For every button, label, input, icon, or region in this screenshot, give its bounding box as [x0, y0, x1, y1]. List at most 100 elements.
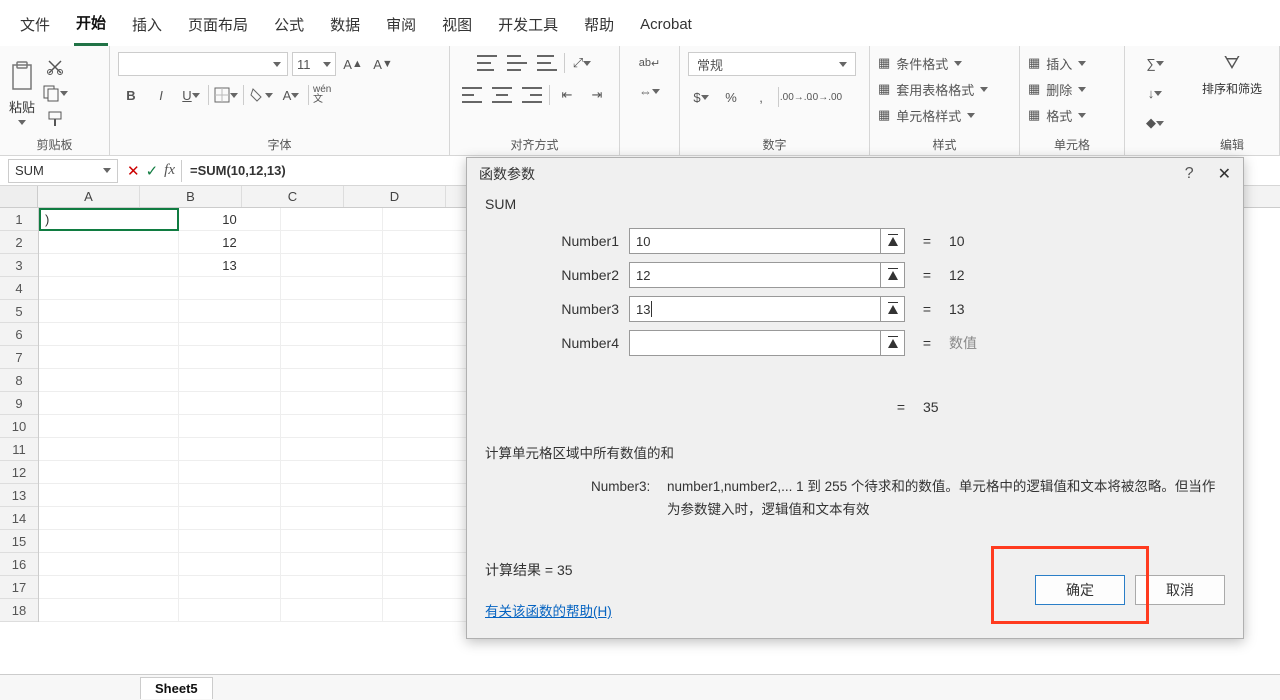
cancel-button[interactable]: 取消 — [1135, 575, 1225, 605]
range-selector-icon[interactable] — [881, 296, 905, 322]
cell[interactable]: 12 — [179, 231, 281, 254]
copy-icon[interactable] — [42, 84, 68, 102]
select-all-corner[interactable] — [0, 186, 38, 207]
increase-decimal-icon[interactable]: .00→.0 — [783, 86, 809, 108]
border-icon[interactable] — [213, 84, 239, 106]
ok-button[interactable]: 确定 — [1035, 575, 1125, 605]
cell[interactable] — [281, 530, 383, 553]
cell[interactable] — [281, 323, 383, 346]
paste-button[interactable]: 粘贴 — [8, 61, 36, 125]
cell[interactable] — [39, 231, 179, 254]
dialog-close-icon[interactable]: ✕ — [1218, 164, 1231, 184]
row-header[interactable]: 18 — [0, 599, 38, 622]
cell[interactable] — [179, 300, 281, 323]
sort-filter-icon[interactable]: ᗊ — [1219, 52, 1245, 74]
menu-pagelayout[interactable]: 页面布局 — [186, 10, 250, 45]
cell[interactable] — [281, 415, 383, 438]
row-header[interactable]: 13 — [0, 484, 38, 507]
comma-icon[interactable]: , — [748, 86, 774, 108]
function-help-link[interactable]: 有关该函数的帮助(H) — [485, 600, 612, 620]
menu-devtools[interactable]: 开发工具 — [496, 10, 560, 45]
cell[interactable]: 13 — [179, 254, 281, 277]
clear-icon[interactable]: ◆ — [1142, 112, 1168, 134]
merge-center-icon[interactable]: ⇔ — [637, 80, 663, 102]
cell[interactable] — [281, 208, 383, 231]
arg-input[interactable]: 10 — [629, 228, 881, 254]
table-format-button[interactable]: ▦套用表格格式 — [878, 78, 988, 100]
cell[interactable] — [281, 254, 383, 277]
cell[interactable]: 10 — [179, 208, 281, 231]
cell[interactable] — [179, 392, 281, 415]
col-header-a[interactable]: A — [38, 186, 140, 207]
align-middle-icon[interactable] — [504, 52, 530, 74]
align-center-icon[interactable] — [489, 84, 515, 106]
row-header[interactable]: 14 — [0, 507, 38, 530]
decrease-indent-icon[interactable]: ⇤ — [554, 84, 580, 106]
cell[interactable] — [179, 576, 281, 599]
cell[interactable] — [39, 507, 179, 530]
insert-cells-button[interactable]: ▦插入 — [1028, 52, 1086, 74]
dialog-help-icon[interactable]: ? — [1185, 165, 1194, 183]
row-header[interactable]: 11 — [0, 438, 38, 461]
cell[interactable] — [179, 599, 281, 622]
row-header[interactable]: 8 — [0, 369, 38, 392]
dialog-titlebar[interactable]: 函数参数 ? ✕ — [467, 158, 1243, 190]
accept-formula-icon[interactable]: ✓ — [146, 162, 159, 180]
menu-review[interactable]: 审阅 — [384, 10, 418, 45]
cell[interactable] — [179, 415, 281, 438]
cell[interactable] — [39, 461, 179, 484]
cell[interactable] — [281, 369, 383, 392]
col-header-c[interactable]: C — [242, 186, 344, 207]
arg-input[interactable]: 13 — [629, 296, 881, 322]
cell[interactable] — [281, 300, 383, 323]
row-header[interactable]: 1 — [0, 208, 38, 231]
menu-home[interactable]: 开始 — [74, 8, 108, 46]
cell[interactable] — [39, 553, 179, 576]
menu-data[interactable]: 数据 — [328, 10, 362, 45]
cells-area[interactable]: )101213 — [39, 208, 485, 622]
menu-formulas[interactable]: 公式 — [272, 10, 306, 45]
fill-icon[interactable]: ↓ — [1142, 82, 1168, 104]
cell[interactable] — [39, 346, 179, 369]
cell[interactable] — [179, 369, 281, 392]
increase-indent-icon[interactable]: ⇥ — [584, 84, 610, 106]
align-bottom-icon[interactable] — [534, 52, 560, 74]
align-right-icon[interactable] — [519, 84, 545, 106]
number-format-select[interactable]: 常规 — [688, 52, 856, 76]
range-selector-icon[interactable] — [881, 228, 905, 254]
cell[interactable] — [39, 369, 179, 392]
cell[interactable] — [39, 277, 179, 300]
arg-input[interactable]: 12 — [629, 262, 881, 288]
cell[interactable] — [39, 576, 179, 599]
cancel-formula-icon[interactable]: ✕ — [127, 162, 140, 180]
cell[interactable] — [179, 553, 281, 576]
menu-file[interactable]: 文件 — [18, 10, 52, 45]
cell[interactable] — [281, 576, 383, 599]
percent-icon[interactable]: % — [718, 86, 744, 108]
menu-view[interactable]: 视图 — [440, 10, 474, 45]
phonetic-button[interactable]: wén 文 — [313, 84, 339, 106]
cell[interactable] — [39, 300, 179, 323]
row-header[interactable]: 5 — [0, 300, 38, 323]
row-header[interactable]: 2 — [0, 231, 38, 254]
wrap-text-icon[interactable]: ab↵ — [637, 52, 663, 74]
cell[interactable] — [281, 507, 383, 530]
font-color-icon[interactable]: A — [278, 84, 304, 106]
cell[interactable] — [179, 323, 281, 346]
cell-styles-button[interactable]: ▦单元格样式 — [878, 104, 975, 126]
cell[interactable] — [179, 530, 281, 553]
cell[interactable] — [179, 277, 281, 300]
menu-acrobat[interactable]: Acrobat — [638, 12, 694, 43]
align-top-icon[interactable] — [474, 52, 500, 74]
col-header-b[interactable]: B — [140, 186, 242, 207]
row-header[interactable]: 15 — [0, 530, 38, 553]
fill-color-icon[interactable] — [248, 84, 274, 106]
fx-icon[interactable]: fx — [164, 162, 175, 179]
cell[interactable] — [281, 231, 383, 254]
row-header[interactable]: 10 — [0, 415, 38, 438]
cell[interactable] — [281, 484, 383, 507]
conditional-format-button[interactable]: ▦条件格式 — [878, 52, 962, 74]
range-selector-icon[interactable] — [881, 330, 905, 356]
cell[interactable] — [179, 346, 281, 369]
cell[interactable] — [281, 553, 383, 576]
